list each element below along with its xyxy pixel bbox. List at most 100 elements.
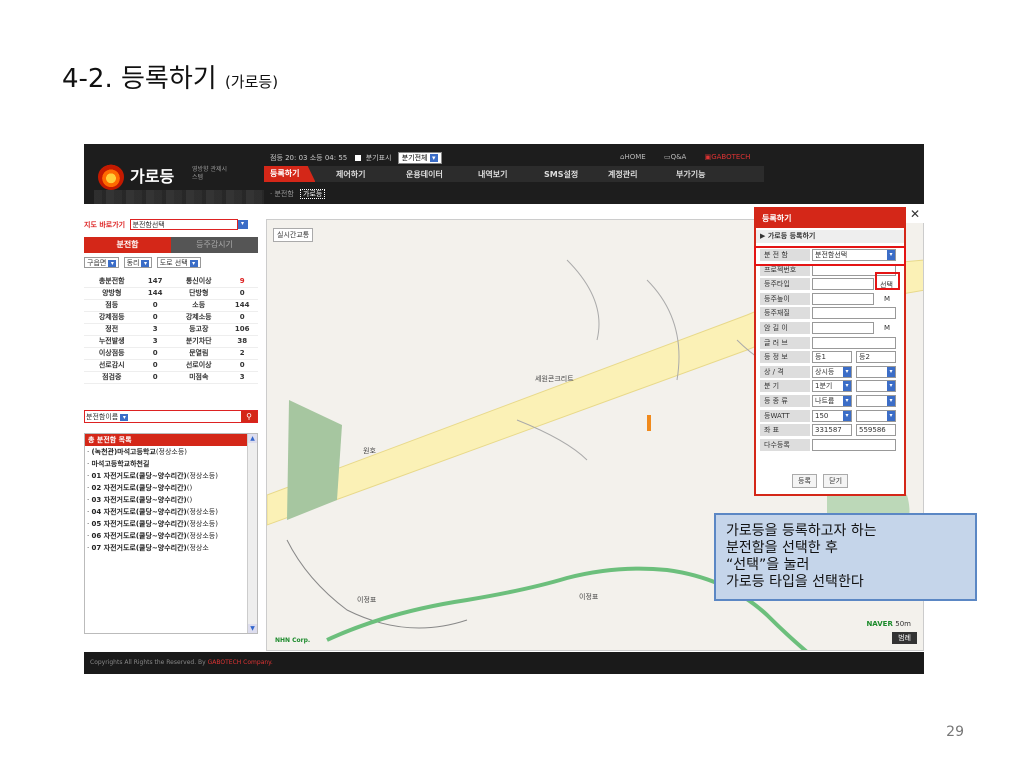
app-logo[interactable]: 가로등 [130,163,174,187]
top-links: ⌂HOME ▭Q&A ▣GABOTECH [620,153,766,161]
form-field-2[interactable]: 559586 [856,424,896,437]
scroll-down-icon[interactable]: ▼ [248,624,257,633]
status-label: 단방형 [170,287,227,300]
status-count[interactable]: 2 [226,347,258,360]
list-item[interactable]: · 04 자전거도로(쿨당~양수리간)(정상소등) [85,506,257,518]
list-item[interactable]: · 마석고등학교하천길 [85,458,257,470]
close-button[interactable]: 닫기 [823,474,849,488]
district-filter[interactable]: 구읍면 ▾ [84,257,120,268]
road-filter[interactable]: 도로 선택 ▾ [156,257,201,268]
menu-history[interactable]: 내역보기 [478,169,507,180]
form-field-2[interactable]: 등2 [856,351,896,364]
status-label: 강제점등 [84,311,140,324]
form-label: 상 / 격 [760,365,810,378]
status-count[interactable]: 0 [139,359,171,372]
village-filter[interactable]: 동리 ▾ [123,257,153,268]
chevron-down-icon[interactable]: ▾ [843,381,851,392]
form-field[interactable]: 331587 [812,424,852,437]
chevron-down-icon[interactable]: ▾ [887,396,895,406]
home-link[interactable]: ⌂HOME [620,153,654,161]
form-field[interactable]: 1분기 ▾ [812,380,852,393]
search-type-select[interactable]: 분전함이름 ▾ [86,412,129,422]
chevron-down-icon[interactable]: ▾ [237,220,248,229]
traffic-button[interactable]: 실시간교통 [273,228,314,242]
status-count[interactable]: 0 [139,371,171,384]
qna-link[interactable]: ▭Q&A [664,153,694,161]
form-field[interactable]: 상시등 ▾ [812,365,852,378]
chevron-down-icon[interactable]: ▾ [843,410,851,421]
chevron-down-icon[interactable]: ▾ [843,366,851,377]
quick-nav-select[interactable]: 분전함선택 [129,219,238,230]
branch-select[interactable]: 분기전체 ▾ [397,152,442,164]
list-item[interactable]: · 05 자전거도로(쿨당~양수리간)(정상소등) [85,518,257,530]
chevron-down-icon[interactable]: ▾ [843,396,851,406]
status-count[interactable]: 0 [139,299,171,312]
chevron-down-icon: ▾ [120,414,129,421]
tab-panel[interactable]: 분전함 [84,237,171,253]
list-item[interactable]: · 01 자전거도로(쿨당~양수리간)(정상소등) [85,470,257,482]
status-count[interactable]: 3 [139,335,171,348]
form-field[interactable] [812,336,896,349]
form-field-2[interactable]: ▾ [856,395,896,407]
status-count[interactable]: 0 [139,311,171,324]
menu-control[interactable]: 제어하기 [336,169,365,180]
form-field[interactable]: 나트륨 ▾ [812,395,852,407]
list-item[interactable]: · (녹천관)마석고등학교(정상소등) [85,446,257,458]
legend-button[interactable]: 범례 [892,632,917,644]
tab-pole-monitor[interactable]: 등주감시기 [171,237,258,253]
dialog-header: 등록하기 ✕ [756,205,924,228]
status-count[interactable]: 3 [139,323,171,336]
status-count[interactable]: 0 [139,347,171,360]
form-field[interactable]: 등1 [812,351,852,364]
status-count[interactable]: 144 [139,287,171,300]
status-count[interactable]: 0 [226,287,258,300]
search-icon[interactable]: ⚲ [241,411,257,422]
list-item[interactable]: · 03 자전거도로(쿨당~양수리간)() [85,494,257,506]
register-button[interactable]: 등록 [792,474,817,488]
menu-account[interactable]: 계정관리 [608,169,637,180]
status-count[interactable]: 144 [226,299,258,312]
quick-nav-label: 지도 바로가기 [84,221,126,229]
status-count[interactable]: 106 [226,323,258,336]
list-item[interactable]: · 07 자전거도로(쿨당~양수리간)(정상소 [85,542,257,554]
status-row: 점등 0 소등 144 [84,299,258,312]
scroll-up-icon[interactable]: ▲ [248,434,257,443]
status-count[interactable]: 147 [139,275,171,288]
menu-extras[interactable]: 부가기능 [676,169,705,180]
chevron-down-icon[interactable]: ▾ [887,366,895,377]
chevron-down-icon[interactable]: ▾ [887,381,895,392]
list-item-note: (정상소등) [155,448,188,456]
menu-operation-data[interactable]: 운용데이터 [406,169,443,180]
submenu-streetlight[interactable]: 가로등 [300,189,326,199]
status-count[interactable]: 0 [226,311,258,324]
status-count[interactable]: 0 [226,359,258,372]
status-count[interactable]: 38 [226,335,258,348]
list-item-note: () [186,496,193,504]
form-field-2[interactable]: ▾ [856,365,896,378]
status-label: 이상점등 [84,347,140,360]
list-item[interactable]: · 06 자전거도로(쿨당~양수리간)(정상소등) [85,530,257,542]
branch-checkbox[interactable] [355,155,362,161]
submenu-panel[interactable]: 분전함 [274,190,293,198]
form-field[interactable] [812,438,896,451]
branch-toggle-label: 분기표시 [365,154,392,162]
sub-menu: · 분전함 가로등 [270,189,326,199]
form-field[interactable] [812,322,874,334]
filter-row: 구읍면 ▾ 동리 ▾ 도로 선택 ▾ [84,257,203,268]
status-count[interactable]: 9 [226,275,258,288]
brand-link[interactable]: ▣GABOTECH [705,153,759,161]
form-field-2[interactable]: ▾ [856,380,896,393]
form-field-2[interactable]: ▾ [856,409,896,422]
form-field[interactable]: 150 ▾ [812,409,852,422]
chevron-down-icon[interactable]: ▾ [887,410,895,421]
slide-title: 4-2. 등록하기 (가로등) [62,58,278,95]
close-icon[interactable]: ✕ [906,205,924,223]
form-field[interactable] [812,278,874,291]
form-field[interactable] [812,307,896,320]
list-scrollbar[interactable]: ▲ ▼ [247,434,257,633]
menu-sms[interactable]: SMS설정 [544,169,578,180]
menu-register[interactable]: 등록하기 [264,166,316,182]
status-count[interactable]: 3 [226,371,258,384]
form-field[interactable] [812,292,874,305]
list-item[interactable]: · 02 자전거도로(쿨당~양수리간)() [85,482,257,494]
